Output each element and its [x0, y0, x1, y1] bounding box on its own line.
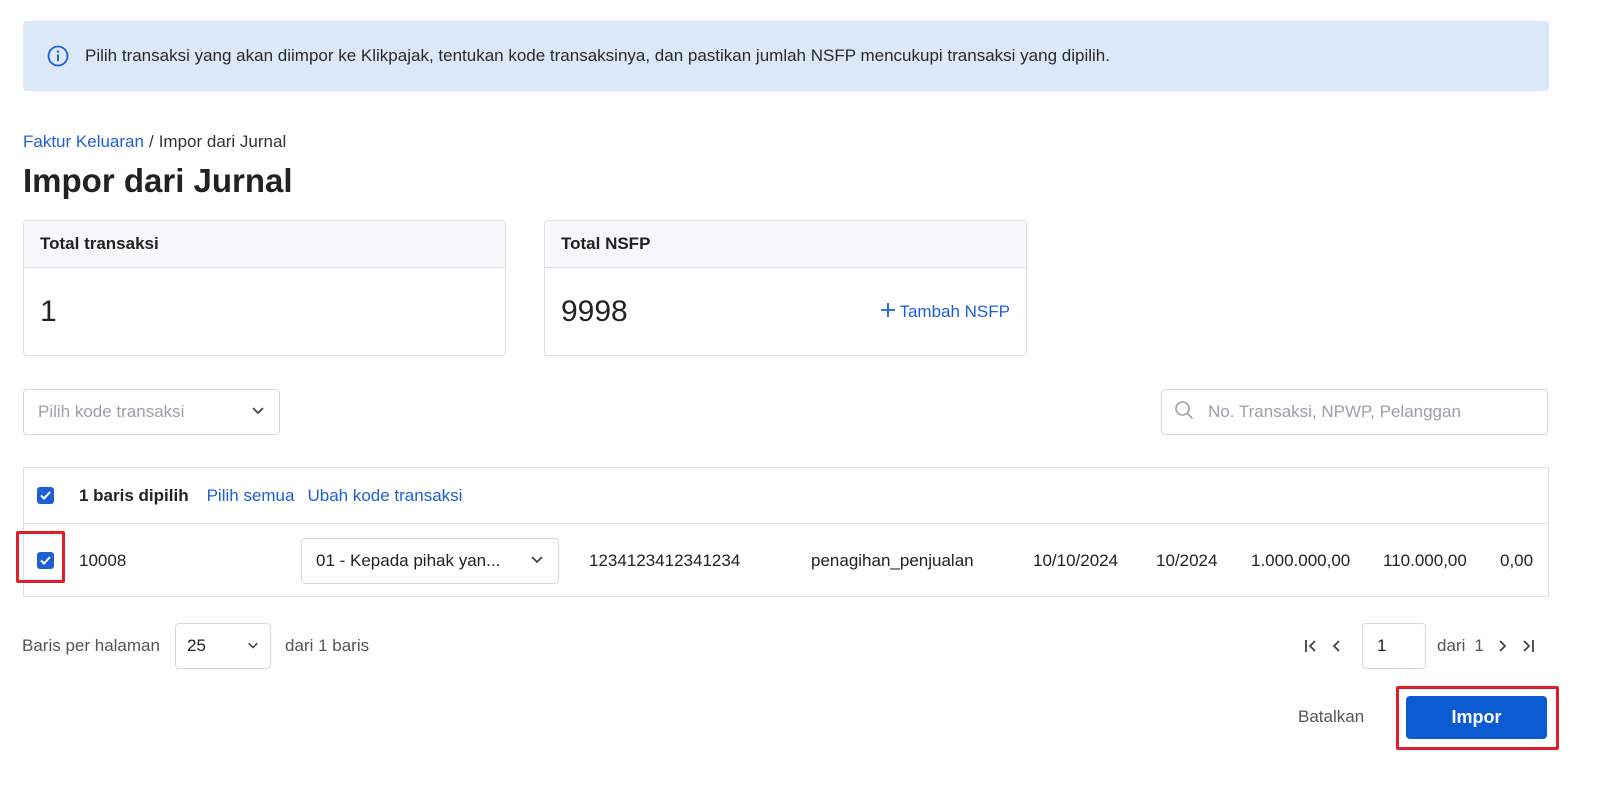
transaction-code-filter-placeholder: Pilih kode transaksi: [38, 402, 185, 421]
selected-count: 1 baris dipilih: [79, 485, 189, 505]
breadcrumb-link-faktur-keluaran[interactable]: Faktur Keluaran: [23, 132, 144, 151]
breadcrumb-current: Impor dari Jurnal: [158, 132, 287, 151]
select-all-link[interactable]: Pilih semua: [207, 486, 295, 506]
next-page-icon[interactable]: [1491, 635, 1513, 657]
transaction-code-filter[interactable]: Pilih kode transaksi: [23, 389, 280, 435]
total-transactions-value: 1: [40, 295, 57, 328]
transaction-date: 10/10/2024: [1033, 550, 1119, 570]
total-nsfp-card: Total NSFP 9998 Tambah NSFP: [544, 220, 1027, 356]
total-nsfp-label: Total NSFP: [545, 221, 1026, 268]
chevron-down-icon: [247, 636, 259, 656]
chevron-down-icon: [530, 551, 544, 571]
info-banner: Pilih transaksi yang akan diimpor ke Kli…: [23, 21, 1549, 91]
breadcrumb-separator: /: [148, 132, 154, 151]
plus-icon: [880, 302, 896, 323]
last-page-icon[interactable]: [1517, 635, 1539, 657]
transaction-number: 10008: [79, 550, 127, 570]
rows-per-page-label: Baris per halaman: [22, 636, 160, 655]
previous-page-icon[interactable]: [1326, 635, 1348, 657]
npwp: 1234123412341234: [589, 550, 741, 570]
ppn-amount: 110.000,00: [1383, 550, 1467, 570]
total-transactions-label: Total transaksi: [24, 221, 505, 268]
select-all-checkbox[interactable]: [37, 487, 54, 504]
rows-per-page-select[interactable]: 25: [175, 623, 271, 669]
total-nsfp-value: 9998: [561, 295, 628, 328]
dpp-amount: 1.000.000,00: [1251, 550, 1351, 570]
row-transaction-code-value: 01 - Kepada pihak yan...: [316, 551, 501, 570]
row-transaction-code-select[interactable]: 01 - Kepada pihak yan...: [301, 538, 559, 584]
search-icon: [1174, 400, 1194, 425]
transaction-type: penagihan_penjualan: [811, 550, 974, 570]
tax-period: 10/2024: [1156, 550, 1218, 570]
search-box[interactable]: [1161, 389, 1548, 435]
breadcrumb: Faktur Keluaran / Impor dari Jurnal: [23, 132, 286, 152]
row-checkbox[interactable]: [37, 552, 54, 569]
total-pages: 1: [1474, 636, 1484, 655]
total-transactions-card: Total transaksi 1: [23, 220, 506, 356]
cancel-button[interactable]: Batalkan: [1298, 707, 1364, 727]
first-page-icon[interactable]: [1300, 635, 1322, 657]
import-button[interactable]: Impor: [1406, 696, 1547, 739]
info-icon: [47, 45, 69, 67]
selection-bar: 1 baris dipilih Pilih semua Ubah kode tr…: [24, 468, 1548, 524]
table-row[interactable]: 10008 01 - Kepada pihak yan... 123412341…: [24, 524, 1548, 597]
of-pages-label: dari: [1437, 636, 1466, 655]
change-transaction-code-link[interactable]: Ubah kode transaksi: [307, 486, 462, 506]
page-number-input[interactable]: [1362, 623, 1426, 669]
transactions-table: 1 baris dipilih Pilih semua Ubah kode tr…: [23, 467, 1549, 597]
total-rows-text: dari 1 baris: [285, 636, 370, 655]
chevron-down-icon: [251, 402, 265, 422]
pagination: dari 1: [1300, 623, 1539, 669]
rows-per-page-value: 25: [187, 636, 206, 655]
info-banner-text: Pilih transaksi yang akan diimpor ke Kli…: [85, 46, 1110, 65]
add-nsfp-label: Tambah NSFP: [899, 302, 1010, 321]
ppnbm-amount: 0,00: [1500, 550, 1534, 570]
page-title: Impor dari Jurnal: [23, 162, 293, 199]
search-input[interactable]: [1208, 402, 1528, 422]
add-nsfp-link[interactable]: Tambah NSFP: [880, 302, 1010, 323]
